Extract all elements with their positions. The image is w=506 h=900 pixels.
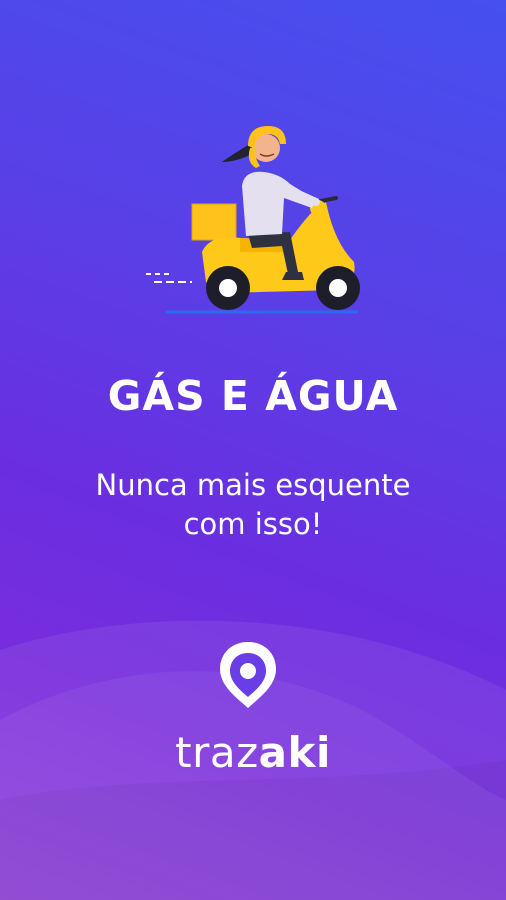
brand-name-bold: aki (258, 728, 331, 777)
brand-wordmark: trazaki (0, 728, 506, 777)
splash-screen: GÁS E ÁGUA Nunca mais esquente com isso!… (0, 0, 506, 900)
headline: GÁS E ÁGUA (107, 372, 399, 420)
brand-name-light: traz (175, 728, 259, 777)
subtitle: Nunca mais esquente com isso! (40, 466, 466, 544)
location-pin-logo-icon (220, 642, 276, 708)
subtitle-line-2: com isso! (183, 507, 323, 541)
delivery-scooter-illustration (146, 126, 360, 314)
subtitle-line-1: Nunca mais esquente (95, 468, 411, 502)
